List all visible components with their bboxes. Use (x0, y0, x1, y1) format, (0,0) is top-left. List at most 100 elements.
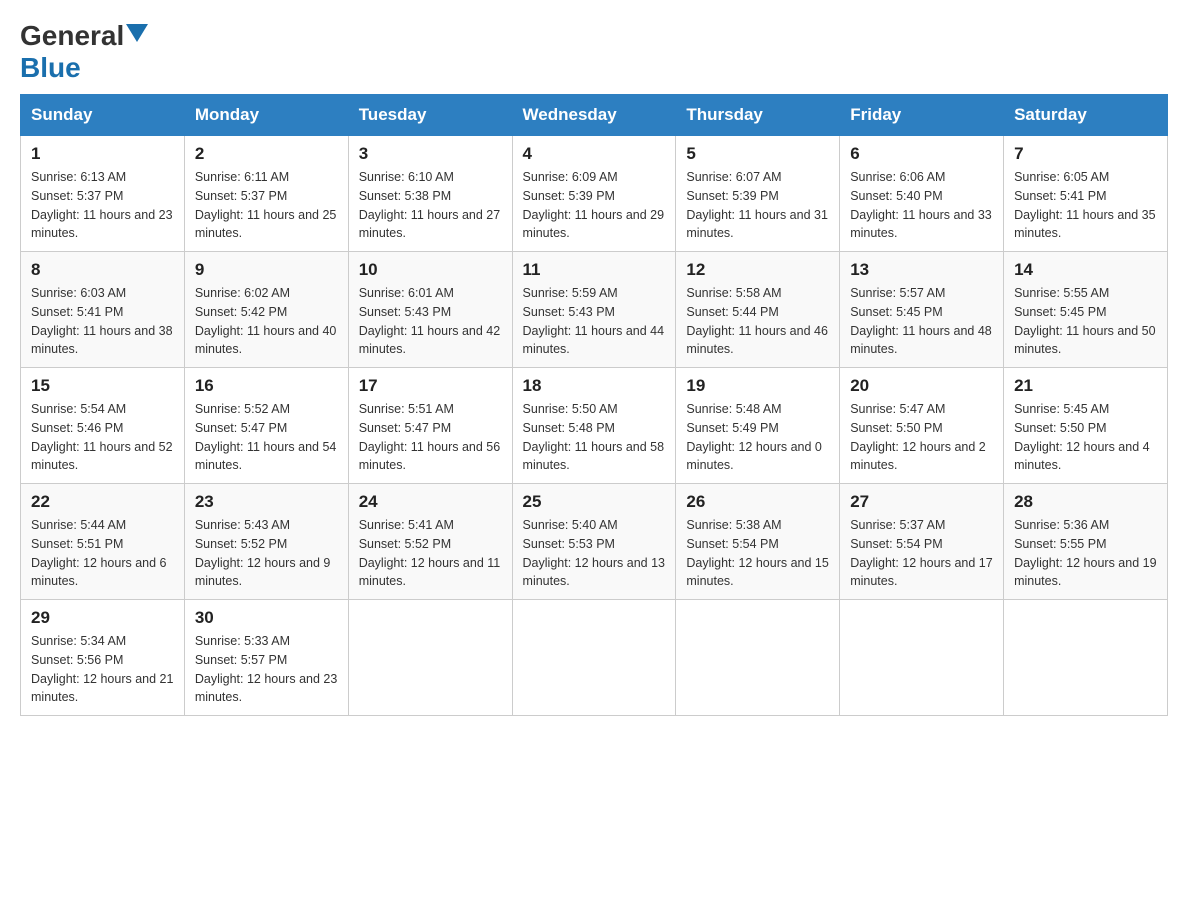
day-info: Sunrise: 5:58 AMSunset: 5:44 PMDaylight:… (686, 284, 829, 359)
day-number: 12 (686, 260, 829, 280)
day-number: 1 (31, 144, 174, 164)
calendar-cell (512, 600, 676, 716)
day-number: 6 (850, 144, 993, 164)
day-info: Sunrise: 5:44 AMSunset: 5:51 PMDaylight:… (31, 516, 174, 591)
day-info: Sunrise: 6:01 AMSunset: 5:43 PMDaylight:… (359, 284, 502, 359)
calendar-cell: 27Sunrise: 5:37 AMSunset: 5:54 PMDayligh… (840, 484, 1004, 600)
day-info: Sunrise: 5:48 AMSunset: 5:49 PMDaylight:… (686, 400, 829, 475)
logo-general-text: General (20, 20, 124, 52)
day-number: 22 (31, 492, 174, 512)
calendar-cell: 24 Sunrise: 5:41 AMSunset: 5:52 PMDayligh… (348, 484, 512, 600)
calendar-cell: 17Sunrise: 5:51 AMSunset: 5:47 PMDayligh… (348, 368, 512, 484)
day-number: 5 (686, 144, 829, 164)
calendar-cell: 20Sunrise: 5:47 AMSunset: 5:50 PMDayligh… (840, 368, 1004, 484)
calendar-table: SundayMondayTuesdayWednesdayThursdayFrid… (20, 94, 1168, 716)
day-of-week-header: Saturday (1004, 95, 1168, 136)
calendar-week-row: 1 Sunrise: 6:13 AMSunset: 5:37 PMDaylight… (21, 136, 1168, 252)
calendar-week-row: 29Sunrise: 5:34 AMSunset: 5:56 PMDayligh… (21, 600, 1168, 716)
calendar-cell: 26Sunrise: 5:38 AMSunset: 5:54 PMDayligh… (676, 484, 840, 600)
day-number: 27 (850, 492, 993, 512)
calendar-cell: 10 Sunrise: 6:01 AMSunset: 5:43 PMDayligh… (348, 252, 512, 368)
calendar-week-row: 15 Sunrise: 5:54 AMSunset: 5:46 PMDayligh… (21, 368, 1168, 484)
calendar-cell: 29Sunrise: 5:34 AMSunset: 5:56 PMDayligh… (21, 600, 185, 716)
day-info: Sunrise: 6:11 AMSunset: 5:37 PMDaylight:… (195, 168, 338, 243)
day-info: Sunrise: 5:36 AMSunset: 5:55 PMDaylight:… (1014, 516, 1157, 591)
day-number: 23 (195, 492, 338, 512)
day-number: 26 (686, 492, 829, 512)
day-number: 21 (1014, 376, 1157, 396)
day-info: Sunrise: 6:06 AMSunset: 5:40 PMDaylight:… (850, 168, 993, 243)
logo: General Blue (20, 20, 148, 84)
logo-blue-text: Blue (20, 52, 81, 83)
day-of-week-header: Thursday (676, 95, 840, 136)
day-info: Sunrise: 5:45 AMSunset: 5:50 PMDaylight:… (1014, 400, 1157, 475)
calendar-cell: 2 Sunrise: 6:11 AMSunset: 5:37 PMDaylight… (184, 136, 348, 252)
day-number: 9 (195, 260, 338, 280)
day-number: 14 (1014, 260, 1157, 280)
day-number: 15 (31, 376, 174, 396)
day-number: 16 (195, 376, 338, 396)
calendar-cell: 9 Sunrise: 6:02 AMSunset: 5:42 PMDaylight… (184, 252, 348, 368)
calendar-week-row: 22 Sunrise: 5:44 AMSunset: 5:51 PMDayligh… (21, 484, 1168, 600)
day-info: Sunrise: 6:09 AMSunset: 5:39 PMDaylight:… (523, 168, 666, 243)
day-number: 10 (359, 260, 502, 280)
calendar-cell: 21 Sunrise: 5:45 AMSunset: 5:50 PMDayligh… (1004, 368, 1168, 484)
logo-triangle-icon (126, 24, 148, 46)
calendar-body: 1 Sunrise: 6:13 AMSunset: 5:37 PMDaylight… (21, 136, 1168, 716)
day-info: Sunrise: 5:54 AMSunset: 5:46 PMDaylight:… (31, 400, 174, 475)
calendar-cell: 4 Sunrise: 6:09 AMSunset: 5:39 PMDaylight… (512, 136, 676, 252)
calendar-cell: 18Sunrise: 5:50 AMSunset: 5:48 PMDayligh… (512, 368, 676, 484)
calendar-cell: 13Sunrise: 5:57 AMSunset: 5:45 PMDayligh… (840, 252, 1004, 368)
day-info: Sunrise: 5:40 AMSunset: 5:53 PMDaylight:… (523, 516, 666, 591)
calendar-cell: 16 Sunrise: 5:52 AMSunset: 5:47 PMDayligh… (184, 368, 348, 484)
day-number: 18 (523, 376, 666, 396)
calendar-cell: 11 Sunrise: 5:59 AMSunset: 5:43 PMDayligh… (512, 252, 676, 368)
day-of-week-header: Wednesday (512, 95, 676, 136)
day-number: 2 (195, 144, 338, 164)
calendar-cell (348, 600, 512, 716)
day-info: Sunrise: 5:51 AMSunset: 5:47 PMDaylight:… (359, 400, 502, 475)
calendar-cell: 19Sunrise: 5:48 AMSunset: 5:49 PMDayligh… (676, 368, 840, 484)
day-info: Sunrise: 6:02 AMSunset: 5:42 PMDaylight:… (195, 284, 338, 359)
calendar-cell: 14 Sunrise: 5:55 AMSunset: 5:45 PMDayligh… (1004, 252, 1168, 368)
day-of-week-header: Monday (184, 95, 348, 136)
day-info: Sunrise: 5:41 AMSunset: 5:52 PMDaylight:… (359, 516, 502, 591)
calendar-cell: 30 Sunrise: 5:33 AMSunset: 5:57 PMDayligh… (184, 600, 348, 716)
day-number: 30 (195, 608, 338, 628)
day-number: 11 (523, 260, 666, 280)
day-info: Sunrise: 6:03 AMSunset: 5:41 PMDaylight:… (31, 284, 174, 359)
day-info: Sunrise: 5:55 AMSunset: 5:45 PMDaylight:… (1014, 284, 1157, 359)
day-info: Sunrise: 6:05 AMSunset: 5:41 PMDaylight:… (1014, 168, 1157, 243)
day-of-week-header: Friday (840, 95, 1004, 136)
day-info: Sunrise: 6:07 AMSunset: 5:39 PMDaylight:… (686, 168, 829, 243)
calendar-cell: 25 Sunrise: 5:40 AMSunset: 5:53 PMDayligh… (512, 484, 676, 600)
day-info: Sunrise: 6:13 AMSunset: 5:37 PMDaylight:… (31, 168, 174, 243)
day-of-week-header: Tuesday (348, 95, 512, 136)
calendar-cell: 28 Sunrise: 5:36 AMSunset: 5:55 PMDayligh… (1004, 484, 1168, 600)
calendar-cell: 7 Sunrise: 6:05 AMSunset: 5:41 PMDaylight… (1004, 136, 1168, 252)
day-number: 25 (523, 492, 666, 512)
calendar-cell: 23 Sunrise: 5:43 AMSunset: 5:52 PMDayligh… (184, 484, 348, 600)
calendar-cell: 8Sunrise: 6:03 AMSunset: 5:41 PMDaylight… (21, 252, 185, 368)
day-info: Sunrise: 5:59 AMSunset: 5:43 PMDaylight:… (523, 284, 666, 359)
day-info: Sunrise: 5:52 AMSunset: 5:47 PMDaylight:… (195, 400, 338, 475)
day-of-week-header-row: SundayMondayTuesdayWednesdayThursdayFrid… (21, 95, 1168, 136)
day-number: 4 (523, 144, 666, 164)
page-header: General Blue (20, 20, 1168, 84)
day-info: Sunrise: 6:10 AMSunset: 5:38 PMDaylight:… (359, 168, 502, 243)
day-number: 28 (1014, 492, 1157, 512)
day-number: 3 (359, 144, 502, 164)
calendar-cell (1004, 600, 1168, 716)
calendar-week-row: 8Sunrise: 6:03 AMSunset: 5:41 PMDaylight… (21, 252, 1168, 368)
calendar-cell: 22 Sunrise: 5:44 AMSunset: 5:51 PMDayligh… (21, 484, 185, 600)
day-number: 24 (359, 492, 502, 512)
day-info: Sunrise: 5:43 AMSunset: 5:52 PMDaylight:… (195, 516, 338, 591)
calendar-cell (676, 600, 840, 716)
day-of-week-header: Sunday (21, 95, 185, 136)
day-info: Sunrise: 5:47 AMSunset: 5:50 PMDaylight:… (850, 400, 993, 475)
calendar-cell: 6 Sunrise: 6:06 AMSunset: 5:40 PMDaylight… (840, 136, 1004, 252)
calendar-cell: 3 Sunrise: 6:10 AMSunset: 5:38 PMDaylight… (348, 136, 512, 252)
day-info: Sunrise: 5:33 AMSunset: 5:57 PMDaylight:… (195, 632, 338, 707)
calendar-cell: 1 Sunrise: 6:13 AMSunset: 5:37 PMDaylight… (21, 136, 185, 252)
day-number: 7 (1014, 144, 1157, 164)
